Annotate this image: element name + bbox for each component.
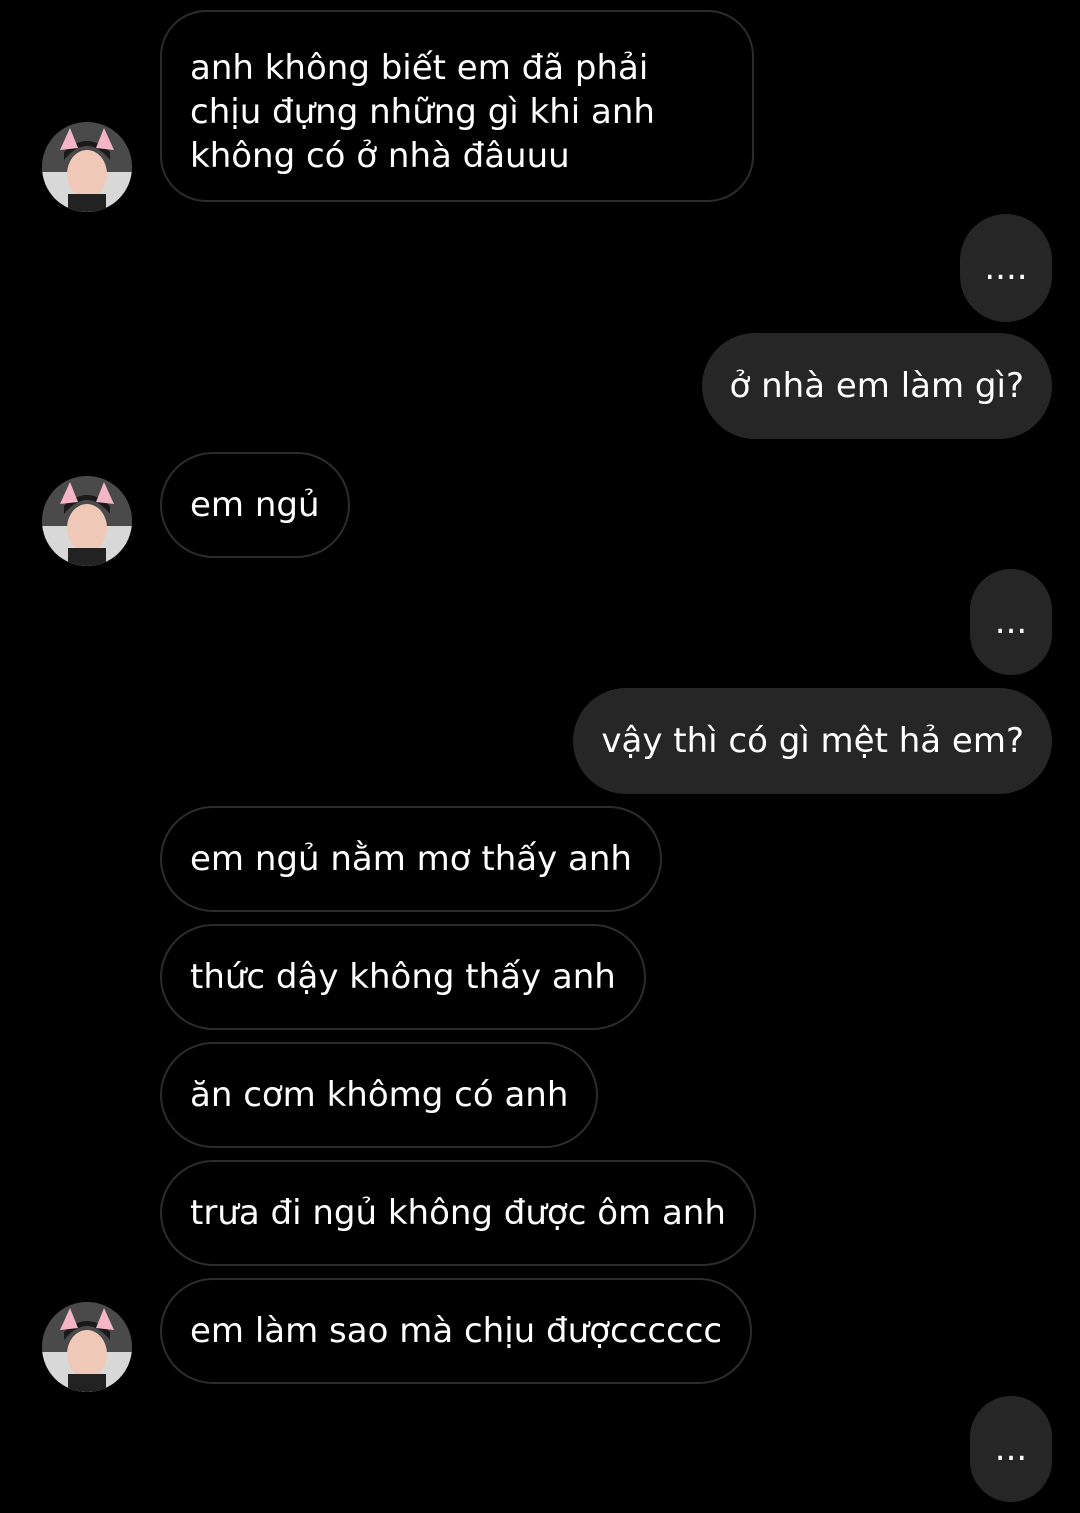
message-bubble-incoming[interactable]: em làm sao mà chịu đượcccccc: [160, 1278, 753, 1384]
chat-thread: anh không biết em đã phải chịu đựng nhữn…: [0, 0, 1080, 1513]
message-text: vậy thì có gì mệt hả em?: [601, 721, 1024, 761]
message-text: trưa đi ngủ không được ôm anh: [190, 1193, 726, 1233]
avatar-photo-icon: [42, 122, 132, 212]
message-bubble-outgoing[interactable]: vậy thì có gì mệt hả em?: [573, 688, 1052, 794]
message-text: em ngủ: [190, 485, 320, 525]
message-bubble-outgoing[interactable]: ...: [970, 1396, 1052, 1502]
message-text: em làm sao mà chịu đượcccccc: [190, 1311, 723, 1351]
message-text: thức dậy không thấy anh: [190, 957, 616, 997]
message-bubble-outgoing[interactable]: ở nhà em làm gì?: [701, 333, 1052, 439]
message-text: ...: [994, 1429, 1028, 1469]
message-text: ở nhà em làm gì?: [729, 366, 1024, 406]
message-bubble-incoming[interactable]: em ngủ nằm mơ thấy anh: [160, 806, 662, 912]
message-text: ....: [984, 248, 1028, 288]
avatar[interactable]: [42, 122, 132, 212]
avatar[interactable]: [42, 476, 132, 566]
message-bubble-outgoing[interactable]: ....: [960, 214, 1052, 322]
message-text: anh không biết em đã phải chịu đựng nhữn…: [190, 48, 655, 176]
message-bubble-incoming[interactable]: em ngủ: [160, 452, 350, 558]
message-text: em ngủ nằm mơ thấy anh: [190, 839, 632, 879]
message-bubble-incoming[interactable]: trưa đi ngủ không được ôm anh: [160, 1160, 756, 1266]
avatar-photo-icon: [42, 476, 132, 566]
message-bubble-incoming[interactable]: anh không biết em đã phải chịu đựng nhữn…: [160, 10, 754, 202]
avatar-photo-icon: [42, 1302, 132, 1392]
message-text: ...: [994, 602, 1028, 642]
message-bubble-outgoing[interactable]: ...: [970, 569, 1052, 675]
message-bubble-incoming[interactable]: thức dậy không thấy anh: [160, 924, 646, 1030]
avatar[interactable]: [42, 1302, 132, 1392]
message-bubble-incoming[interactable]: ăn cơm khômg có anh: [160, 1042, 599, 1148]
message-text: ăn cơm khômg có anh: [190, 1075, 569, 1115]
